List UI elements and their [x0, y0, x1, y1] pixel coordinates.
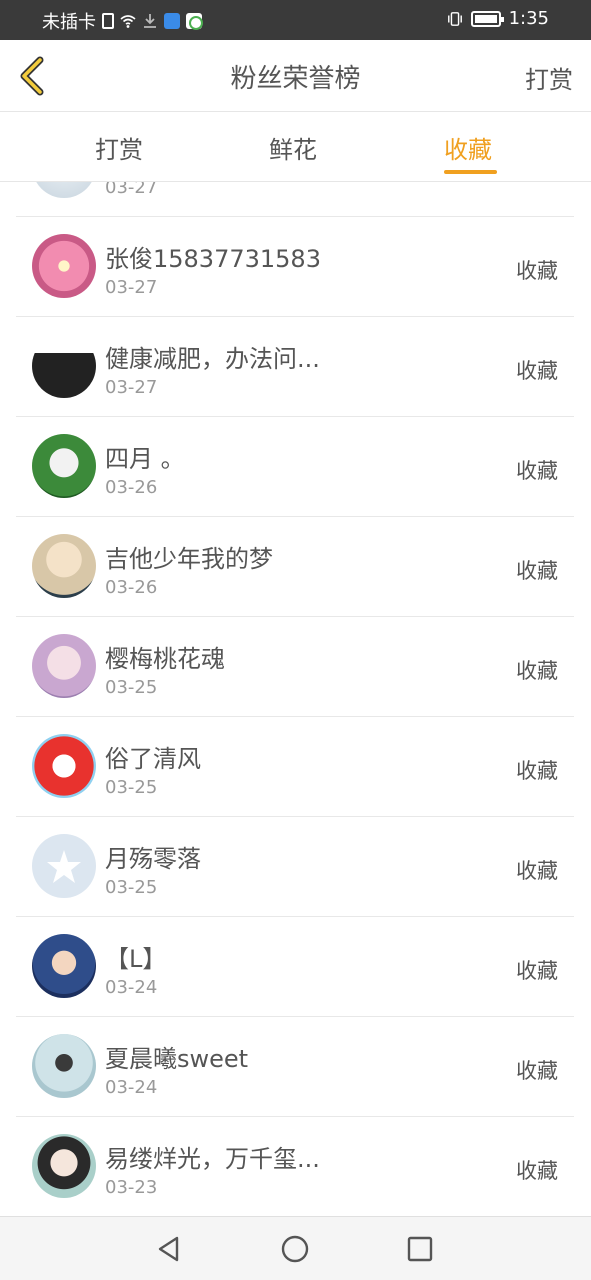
list-item-date: 03-23 — [105, 1177, 158, 1198]
list-item-name: 张俊15837731583 — [105, 245, 321, 273]
list-item-partial[interactable]: 03-27 — [16, 182, 574, 217]
list-item[interactable]: 俗了清风 03-25 收藏 — [16, 717, 574, 817]
battery-icon — [470, 10, 504, 27]
list-item[interactable]: 张俊15837731583 03-27 收藏 — [16, 217, 574, 317]
list-item-name: 易缕烊光，万千玺... — [105, 1145, 320, 1173]
wifi-icon — [120, 15, 136, 28]
status-bar: 未插卡 1:35 — [0, 0, 591, 40]
favorite-label: 收藏 — [516, 1059, 558, 1083]
active-tab-indicator — [444, 170, 497, 174]
list-item-date: 03-27 — [105, 377, 158, 398]
list-item-date: 03-24 — [105, 977, 158, 998]
reward-button[interactable]: 打赏 — [525, 60, 573, 95]
page-title: 粉丝荣誉榜 — [230, 64, 361, 94]
list-item-name: 健康减肥，办法问... — [105, 345, 320, 373]
list-item-date: 03-27 — [105, 182, 158, 198]
clock-text: 1:35 — [508, 8, 549, 29]
recents-square-icon[interactable] — [404, 1233, 436, 1265]
favorite-label: 收藏 — [516, 859, 558, 883]
favorite-label: 收藏 — [516, 559, 558, 583]
tab-bar: 打赏 鲜花 收藏 — [0, 112, 591, 182]
tab-reward[interactable]: 打赏 — [95, 130, 143, 165]
favorite-label: 收藏 — [516, 1159, 558, 1183]
tab-flowers[interactable]: 鲜花 — [269, 130, 317, 165]
default-avatar-icon — [47, 850, 81, 883]
list-item[interactable]: 月殇零落 03-25 收藏 — [16, 817, 574, 917]
app-notification-icon — [164, 13, 180, 29]
list-item[interactable]: 【L】 03-24 收藏 — [16, 917, 574, 1017]
list-item-date: 03-25 — [105, 877, 158, 898]
list-item-name: 俗了清风 — [105, 745, 201, 773]
avatar — [32, 1034, 96, 1098]
list-item-name: 夏晨曦sweet — [105, 1045, 249, 1073]
status-bar-left: 未插卡 — [42, 8, 203, 34]
status-bar-right: 1:35 — [447, 8, 549, 29]
app-notification-icon-2 — [186, 13, 203, 30]
list-item-date: 03-25 — [105, 677, 158, 698]
avatar — [32, 334, 96, 398]
avatar — [32, 534, 96, 598]
list-item[interactable]: 吉他少年我的梦 03-26 收藏 — [16, 517, 574, 617]
system-nav-bar — [0, 1216, 591, 1280]
list-item[interactable]: 樱梅桃花魂 03-25 收藏 — [16, 617, 574, 717]
list-item-date: 03-24 — [105, 1077, 158, 1098]
vibrate-icon — [447, 11, 462, 26]
list-item-name: 樱梅桃花魂 — [105, 645, 225, 673]
favorite-label: 收藏 — [516, 759, 558, 783]
list-item[interactable]: 健康减肥，办法问... 03-27 收藏 — [16, 317, 574, 417]
list-item-date: 03-26 — [105, 477, 158, 498]
list-item-date: 03-27 — [105, 277, 158, 298]
list-item[interactable]: 夏晨曦sweet 03-24 收藏 — [16, 1017, 574, 1117]
tab-favorites[interactable]: 收藏 — [444, 130, 492, 165]
list-item-date: 03-25 — [105, 777, 158, 798]
favorite-label: 收藏 — [516, 659, 558, 683]
list-item[interactable]: 四月 。 03-26 收藏 — [16, 417, 574, 517]
avatar — [32, 734, 96, 798]
favorite-label: 收藏 — [516, 459, 558, 483]
avatar — [32, 434, 96, 498]
avatar — [32, 834, 96, 898]
list-item-name: 四月 。 — [105, 445, 185, 473]
list-item-name: 月殇零落 — [105, 845, 201, 873]
avatar — [32, 182, 96, 198]
avatar — [32, 234, 96, 298]
avatar — [32, 634, 96, 698]
download-icon — [144, 14, 156, 28]
avatar — [32, 1134, 96, 1198]
home-circle-icon[interactable] — [279, 1233, 311, 1265]
list-item-name: 【L】 — [105, 945, 167, 973]
fan-list[interactable]: 03-27 张俊15837731583 03-27 收藏 健康减肥，办法问...… — [16, 182, 574, 1216]
back-triangle-icon[interactable] — [153, 1233, 185, 1265]
app-header: 粉丝荣誉榜 打赏 — [0, 40, 591, 112]
favorite-label: 收藏 — [516, 959, 558, 983]
list-item[interactable]: 易缕烊光，万千玺... 03-23 收藏 — [16, 1117, 574, 1216]
list-item-name: 吉他少年我的梦 — [105, 545, 273, 573]
carrier-text: 未插卡 — [42, 12, 96, 33]
avatar — [32, 934, 96, 998]
sim-alert-icon — [102, 13, 114, 29]
favorite-label: 收藏 — [516, 259, 558, 283]
favorite-label: 收藏 — [516, 359, 558, 383]
list-item-date: 03-26 — [105, 577, 158, 598]
